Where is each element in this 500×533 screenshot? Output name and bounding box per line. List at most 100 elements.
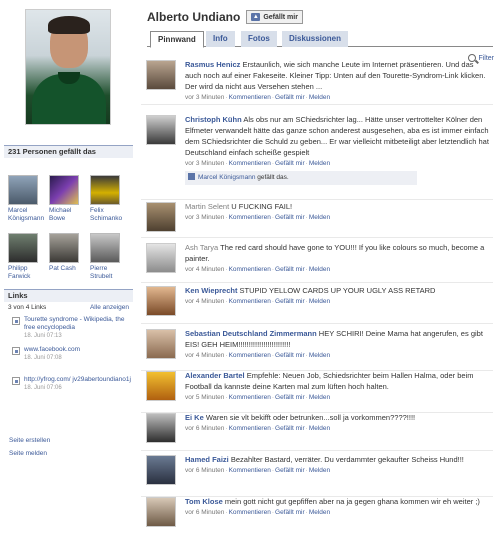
- post-author[interactable]: Ken Wieprecht: [185, 286, 237, 295]
- link-title[interactable]: http://yfrog.com/ jv29abertoundiano1j: [24, 376, 133, 384]
- friend-avatar[interactable]: [8, 233, 38, 263]
- comment-link[interactable]: Kommentieren: [229, 94, 271, 101]
- comment-link[interactable]: Kommentieren: [229, 509, 271, 516]
- left-column: 231 Personen gefällt das Marcel Königsma…: [0, 0, 138, 533]
- post-author[interactable]: Sebastian Deutschland Zimmermann: [185, 329, 317, 338]
- report-page-link[interactable]: Seite melden: [9, 450, 47, 457]
- post-text: Bezahlter Bastard, verräter. Du verdammt…: [230, 455, 464, 464]
- like-page-button[interactable]: ▲ Gefällt mir: [246, 10, 303, 24]
- like-link[interactable]: Gefällt mir: [275, 94, 305, 101]
- comment-link[interactable]: Kommentieren: [229, 352, 271, 359]
- link-title[interactable]: www.facebook.com: [24, 346, 133, 354]
- report-link[interactable]: Melden: [309, 266, 330, 273]
- post-avatar[interactable]: [146, 202, 176, 232]
- comment-link[interactable]: Kommentieren: [229, 467, 271, 474]
- post-author[interactable]: Alexander Bartel: [185, 371, 245, 380]
- post-author[interactable]: Rasmus Henicz: [185, 60, 240, 69]
- like-link[interactable]: Gefällt mir: [275, 214, 305, 221]
- report-link[interactable]: Melden: [309, 509, 330, 516]
- friend-name[interactable]: Felix Schimanko: [90, 207, 128, 223]
- post-time: vor 3 Minuten: [185, 214, 225, 221]
- tab-diskussionen[interactable]: Diskussionen: [282, 31, 349, 47]
- link-item[interactable]: www.facebook.com 18. Juni 07:08: [4, 344, 133, 374]
- friend-avatar[interactable]: [90, 233, 120, 263]
- post-avatar[interactable]: [146, 115, 176, 145]
- post-avatar[interactable]: [146, 413, 176, 443]
- post-meta: vor 6 Minuten·Kommentieren·Gefällt mir·M…: [185, 466, 491, 476]
- post-meta: vor 3 Minuten·Kommentieren·Gefällt mir·M…: [185, 213, 491, 223]
- friend-name[interactable]: Marcel Königsmann: [8, 207, 46, 223]
- comment-link[interactable]: Kommentieren: [229, 266, 271, 273]
- show-all-links-link[interactable]: Alle anzeigen: [90, 302, 129, 314]
- report-link[interactable]: Melden: [309, 394, 330, 401]
- link-icon: [12, 317, 20, 325]
- friend-item[interactable]: Pierre Strubelt: [90, 233, 128, 281]
- like-link[interactable]: Gefällt mir: [275, 160, 305, 167]
- likes-box-header: 231 Personen gefällt das: [4, 146, 133, 158]
- liker-name[interactable]: Marcel Königsmann: [198, 174, 255, 181]
- friend-name[interactable]: Michael Bowe: [49, 207, 87, 223]
- like-link[interactable]: Gefällt mir: [275, 352, 305, 359]
- friend-item[interactable]: Michael Bowe: [49, 175, 87, 223]
- post-avatar[interactable]: [146, 243, 176, 273]
- friend-item[interactable]: Philipp Farwick: [8, 233, 46, 281]
- report-link[interactable]: Melden: [309, 94, 330, 101]
- like-link[interactable]: Gefällt mir: [275, 394, 305, 401]
- friend-name[interactable]: Pat Cash: [49, 265, 87, 273]
- likes-suffix: gefällt das.: [257, 174, 289, 181]
- friend-avatar[interactable]: [49, 233, 79, 263]
- report-link[interactable]: Melden: [309, 467, 330, 474]
- comment-link[interactable]: Kommentieren: [229, 214, 271, 221]
- tab-pinnwand[interactable]: Pinnwand: [150, 31, 204, 48]
- like-link[interactable]: Gefällt mir: [275, 509, 305, 516]
- post-author[interactable]: Hamed Faizi: [185, 455, 229, 464]
- post-time: vor 6 Minuten: [185, 425, 225, 432]
- post-avatar[interactable]: [146, 286, 176, 316]
- like-link[interactable]: Gefällt mir: [275, 467, 305, 474]
- comment-link[interactable]: Kommentieren: [229, 298, 271, 305]
- link-title[interactable]: Tourette syndrome - Wikipedia, the free …: [24, 316, 133, 332]
- post-avatar[interactable]: [146, 371, 176, 401]
- comment-link[interactable]: Kommentieren: [229, 425, 271, 432]
- post-meta: vor 4 Minuten·Kommentieren·Gefällt mir·M…: [185, 297, 491, 307]
- wall-post: Martin Selent U FUCKING FAIL! vor 3 Minu…: [141, 202, 493, 238]
- profile-tabs: Pinnwand Info Fotos Diskussionen: [147, 31, 493, 48]
- post-author[interactable]: Christoph Kühn: [185, 115, 242, 124]
- friend-name[interactable]: Pierre Strubelt: [90, 265, 128, 281]
- like-link[interactable]: Gefällt mir: [275, 425, 305, 432]
- report-link[interactable]: Melden: [309, 425, 330, 432]
- post-author[interactable]: Ei Ke: [185, 413, 204, 422]
- comment-link[interactable]: Kommentieren: [229, 160, 271, 167]
- post-avatar[interactable]: [146, 455, 176, 485]
- post-author[interactable]: Martin Selent: [185, 202, 229, 211]
- profile-picture[interactable]: [25, 9, 111, 125]
- report-link[interactable]: Melden: [309, 352, 330, 359]
- profile-header: Alberto Undiano ▲ Gefällt mir: [147, 9, 303, 25]
- link-item[interactable]: Tourette syndrome - Wikipedia, the free …: [4, 314, 133, 344]
- comment-link[interactable]: Kommentieren: [229, 394, 271, 401]
- friend-item[interactable]: Felix Schimanko: [90, 175, 128, 223]
- link-icon: [12, 347, 20, 355]
- friend-avatar[interactable]: [49, 175, 79, 205]
- post-time: vor 5 Minuten: [185, 394, 225, 401]
- post-avatar[interactable]: [146, 497, 176, 527]
- report-link[interactable]: Melden: [309, 214, 330, 221]
- report-link[interactable]: Melden: [309, 160, 330, 167]
- like-link[interactable]: Gefällt mir: [275, 266, 305, 273]
- create-page-link[interactable]: Seite erstellen: [9, 437, 50, 444]
- friend-name[interactable]: Philipp Farwick: [8, 265, 46, 281]
- post-avatar[interactable]: [146, 60, 176, 90]
- tab-info[interactable]: Info: [206, 31, 235, 47]
- tab-fotos[interactable]: Fotos: [241, 31, 277, 47]
- post-text: Waren sie vlt bekifft oder betrunken...s…: [205, 413, 416, 422]
- post-avatar[interactable]: [146, 329, 176, 359]
- post-author[interactable]: Tom Klose: [185, 497, 223, 506]
- like-link[interactable]: Gefällt mir: [275, 298, 305, 305]
- friend-item[interactable]: Marcel Königsmann: [8, 175, 46, 223]
- friend-item[interactable]: Pat Cash: [49, 233, 87, 273]
- friend-avatar[interactable]: [90, 175, 120, 205]
- friend-avatar[interactable]: [8, 175, 38, 205]
- report-link[interactable]: Melden: [309, 298, 330, 305]
- link-item[interactable]: http://yfrog.com/ jv29abertoundiano1j 18…: [4, 374, 133, 404]
- post-author[interactable]: Ash Tarya: [185, 243, 218, 252]
